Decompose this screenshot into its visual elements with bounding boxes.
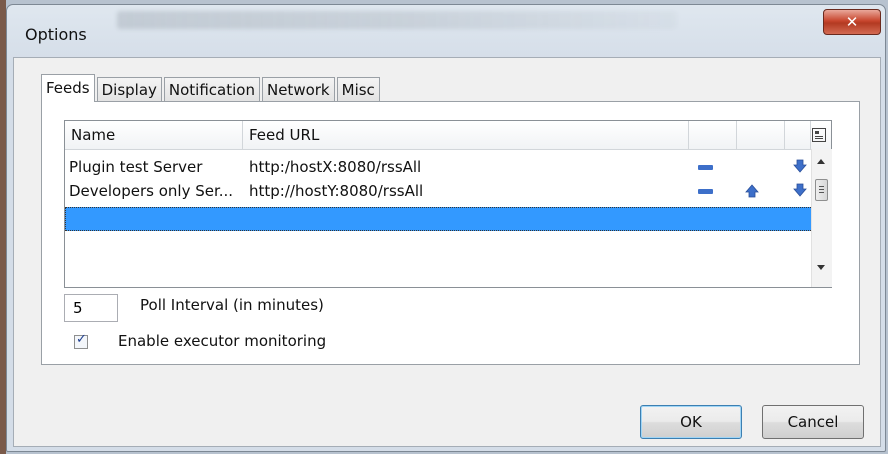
remove-icon[interactable] <box>698 189 713 194</box>
enable-monitoring-label: Enable executor monitoring <box>118 332 327 350</box>
tab-misc[interactable]: Misc <box>336 77 380 102</box>
feeds-table: Name Feed URL Plugin test Server http:/h… <box>64 120 832 288</box>
cancel-button[interactable]: Cancel <box>762 405 864 439</box>
tab-strip: Feeds Display Notification Network Misc <box>41 74 382 102</box>
column-config-icon[interactable] <box>812 128 826 142</box>
feed-url: http://hostY:8080/rssAll <box>249 182 424 200</box>
new-feed-row-selected[interactable] <box>65 207 827 231</box>
move-up-icon[interactable] <box>745 184 759 198</box>
feed-name: Developers only Ser... <box>69 182 234 200</box>
column-header-action-2[interactable] <box>737 121 785 149</box>
table-row[interactable]: Plugin test Server http:/hostX:8080/rssA… <box>65 155 831 179</box>
move-down-icon[interactable] <box>793 183 807 197</box>
poll-interval-label: Poll Interval (in minutes) <box>140 296 324 314</box>
feed-name: Plugin test Server <box>69 158 203 176</box>
feed-url: http:/hostX:8080/rssAll <box>249 158 422 176</box>
poll-interval-input[interactable]: 5 <box>64 294 118 322</box>
column-header-feed-url[interactable]: Feed URL <box>243 121 689 149</box>
enable-monitoring-checkbox[interactable]: ✓ <box>74 332 88 349</box>
remove-icon[interactable] <box>698 165 713 170</box>
dialog-client-area: Feeds Display Notification Network Misc … <box>13 57 881 447</box>
table-header: Name Feed URL <box>65 121 831 150</box>
table-row[interactable]: Developers only Ser... http://hostY:8080… <box>65 179 831 203</box>
checkmark-icon: ✓ <box>76 332 87 347</box>
feeds-panel: Name Feed URL Plugin test Server http:/h… <box>41 101 860 365</box>
options-dialog: Options ✕ Feeds Display Notification Net… <box>6 4 886 452</box>
close-icon: ✕ <box>845 13 859 31</box>
column-header-action-1[interactable] <box>689 121 737 149</box>
dialog-title: Options <box>25 25 87 44</box>
tab-feeds[interactable]: Feeds <box>41 74 95 102</box>
scroll-thumb[interactable] <box>815 179 828 201</box>
tab-display[interactable]: Display <box>96 77 162 102</box>
scroll-up-arrow-icon[interactable] <box>817 159 825 164</box>
titlebar-background <box>117 11 677 29</box>
tab-network[interactable]: Network <box>261 77 335 102</box>
column-header-name[interactable]: Name <box>65 121 243 149</box>
ok-button[interactable]: OK <box>640 405 742 439</box>
tab-notification[interactable]: Notification <box>163 77 260 102</box>
column-header-action-3[interactable] <box>785 121 811 149</box>
table-vertical-scrollbar[interactable] <box>811 149 832 287</box>
scroll-down-arrow-icon[interactable] <box>817 265 825 270</box>
move-down-icon[interactable] <box>793 159 807 173</box>
close-button[interactable]: ✕ <box>823 9 881 35</box>
